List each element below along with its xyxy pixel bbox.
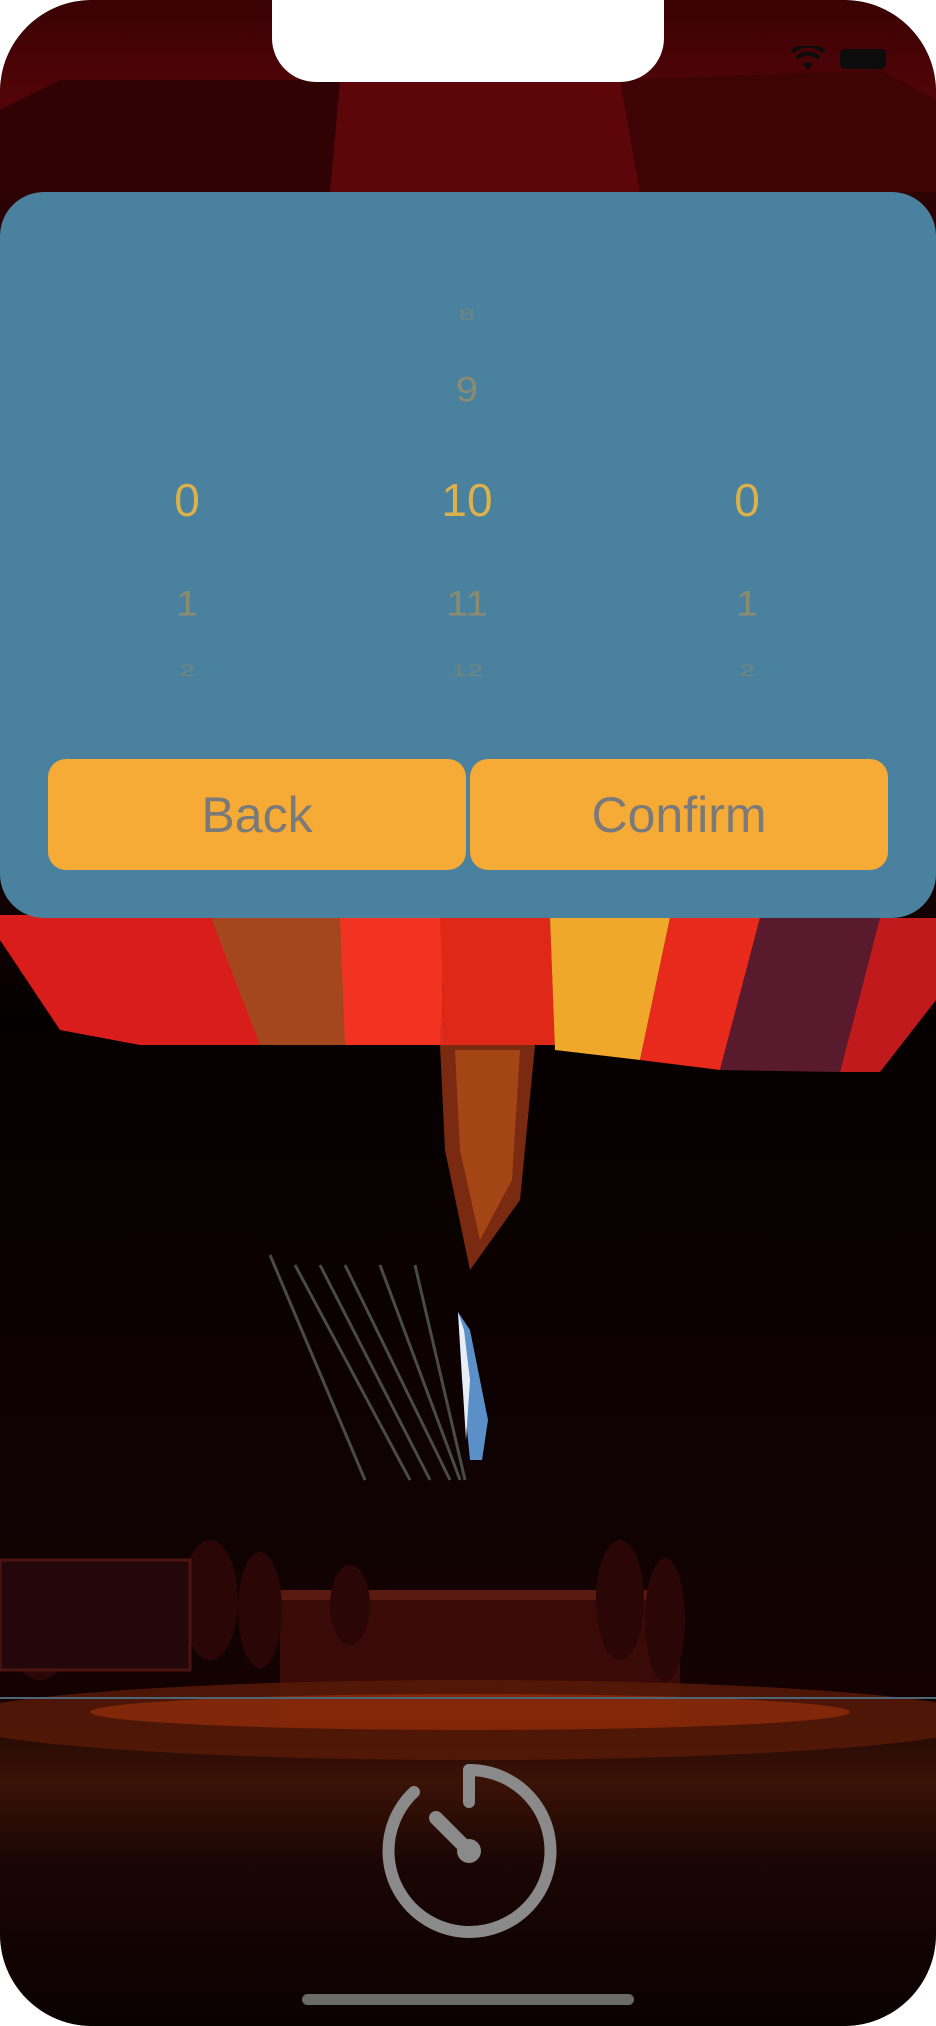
- back-button[interactable]: Back: [48, 759, 466, 870]
- picker-column-right[interactable]: 0 1 2: [607, 192, 887, 732]
- divider-line: [0, 1697, 936, 1699]
- stopwatch-icon[interactable]: [378, 1760, 560, 1942]
- picker-value-below-far: 2: [178, 661, 196, 680]
- picker-value-below-near: 11: [446, 584, 488, 624]
- status-bar-icons: [790, 46, 886, 72]
- device-notch: [272, 0, 664, 82]
- picker-value-below-far: 12: [450, 661, 484, 680]
- picker-value-below-near: 1: [175, 584, 199, 624]
- phone-screen: 0 1 2 8 9 10 11 12 0 1 2 Back Confirm: [0, 0, 936, 2026]
- home-indicator: [302, 1994, 634, 2005]
- picker-column-left[interactable]: 0 1 2: [47, 192, 327, 732]
- picker-value-selected: 10: [441, 474, 493, 526]
- picker-value-below-near: 1: [735, 584, 759, 624]
- picker-value-above-far: 8: [458, 305, 476, 324]
- time-picker-panel: 0 1 2 8 9 10 11 12 0 1 2 Back Confirm: [0, 192, 936, 918]
- picker-value-selected: 0: [734, 474, 760, 526]
- picker-value-selected: 0: [174, 474, 200, 526]
- battery-icon: [840, 49, 886, 69]
- time-picker[interactable]: 0 1 2 8 9 10 11 12 0 1 2: [0, 192, 936, 732]
- picker-value-below-far: 2: [738, 661, 756, 680]
- wifi-icon: [790, 46, 826, 72]
- picker-value-above-near: 9: [455, 370, 479, 410]
- confirm-button[interactable]: Confirm: [470, 759, 888, 870]
- picker-column-middle[interactable]: 8 9 10 11 12: [327, 192, 607, 732]
